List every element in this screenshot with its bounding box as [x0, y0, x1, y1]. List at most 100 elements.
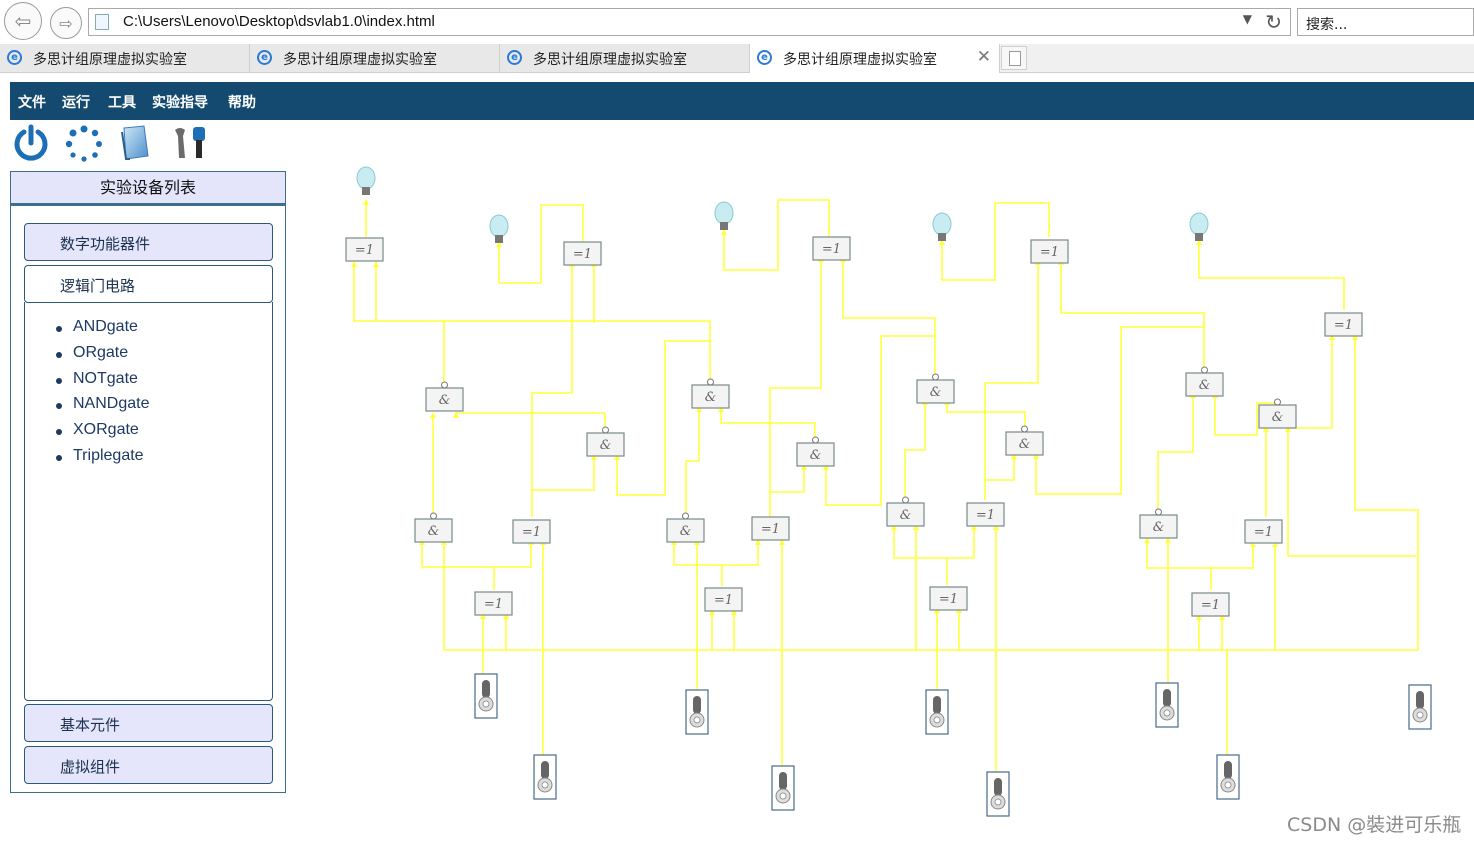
- wire-arrow: [373, 261, 379, 267]
- xor-gate[interactable]: =1: [512, 519, 551, 544]
- xor-gate-label: =1: [1201, 598, 1220, 613]
- and-gate[interactable]: &: [691, 378, 730, 409]
- and-gate-label: &: [439, 393, 451, 408]
- wire-layer: [351, 199, 1419, 772]
- wire: [421, 545, 495, 590]
- wire: [494, 545, 532, 568]
- and-gate[interactable]: &: [1005, 425, 1044, 456]
- light-bulb-icon: [356, 166, 376, 195]
- watermark: CSDN @裝进可乐瓶: [1287, 814, 1462, 836]
- light-bulb-icon: [489, 214, 509, 243]
- xor-gate[interactable]: =1: [1244, 519, 1283, 544]
- and-gate-label: &: [1153, 520, 1165, 535]
- xor-gate-label: =1: [355, 243, 374, 258]
- xor-gate[interactable]: =1: [751, 516, 790, 541]
- xor-gate[interactable]: =1: [474, 591, 513, 616]
- and-gate[interactable]: &: [414, 512, 453, 543]
- wire: [893, 530, 948, 585]
- and-gate-label: &: [680, 524, 692, 539]
- and-gate-label: &: [705, 390, 717, 405]
- xor-gate[interactable]: =1: [812, 236, 851, 261]
- and-gate-label: &: [1199, 378, 1211, 393]
- wire: [1354, 340, 1419, 650]
- wire: [531, 460, 595, 491]
- input-switch[interactable]: [1408, 684, 1432, 730]
- wire: [904, 405, 926, 498]
- wire: [1035, 326, 1204, 495]
- wire: [842, 262, 936, 378]
- xor-gate[interactable]: =1: [345, 237, 384, 262]
- xor-gate[interactable]: =1: [704, 587, 743, 612]
- xor-gate-label: =1: [484, 597, 503, 612]
- and-gate[interactable]: &: [916, 373, 955, 404]
- xor-gate-label: =1: [573, 247, 592, 262]
- and-gate-label: &: [900, 508, 912, 523]
- xor-gate-label: =1: [714, 593, 733, 608]
- wire: [720, 412, 816, 438]
- and-gate[interactable]: &: [586, 426, 625, 457]
- component-layer: =1 =1 =1 =1 =1 =1 =1 =1 =1 =1 =1 =1 =1 & & & & & & & & & & & &: [345, 166, 1432, 817]
- and-gate-label: &: [600, 438, 612, 453]
- input-switch[interactable]: [685, 689, 709, 735]
- wire-arrow: [430, 412, 436, 418]
- xor-gate-label: =1: [761, 522, 780, 537]
- input-switch[interactable]: [474, 673, 498, 719]
- wire: [1060, 265, 1205, 371]
- xor-gate[interactable]: =1: [1191, 592, 1230, 617]
- wire-arrow: [351, 261, 357, 267]
- wire: [685, 412, 700, 517]
- xor-gate-label: =1: [976, 508, 995, 523]
- wire: [616, 340, 710, 496]
- and-gate-label: &: [810, 448, 822, 463]
- wire: [531, 267, 573, 517]
- xor-gate-label: =1: [522, 525, 541, 540]
- input-switch[interactable]: [771, 765, 795, 811]
- wire: [722, 545, 759, 566]
- wire: [946, 405, 1026, 428]
- wire: [825, 335, 935, 506]
- and-gate-label: &: [428, 524, 440, 539]
- xor-gate[interactable]: =1: [929, 586, 968, 611]
- input-switch[interactable]: [1216, 754, 1240, 800]
- xor-gate[interactable]: =1: [1030, 239, 1069, 264]
- input-switch[interactable]: [925, 689, 949, 735]
- wire: [769, 262, 822, 517]
- circuit-canvas[interactable]: =1 =1 =1 =1 =1 =1 =1 =1 =1 =1 =1 =1 =1 & & & & & & & & & & & &: [0, 0, 1474, 841]
- light-bulb-icon: [714, 201, 734, 230]
- xor-gate[interactable]: =1: [1324, 312, 1363, 337]
- wire: [353, 267, 711, 380]
- xor-gate-label: =1: [1334, 318, 1353, 333]
- xor-gate-label: =1: [1254, 525, 1273, 540]
- wire: [1287, 432, 1416, 557]
- wire: [985, 459, 1015, 481]
- wire: [455, 412, 606, 430]
- wire: [770, 470, 805, 493]
- and-gate[interactable]: &: [1185, 366, 1224, 397]
- and-gate-label: &: [1019, 437, 1031, 452]
- light-bulb-icon: [932, 212, 952, 241]
- wire: [673, 545, 723, 586]
- input-switch[interactable]: [1155, 682, 1179, 728]
- wire-arrow: [363, 199, 369, 205]
- wire: [947, 530, 975, 559]
- and-gate[interactable]: &: [796, 436, 835, 467]
- wire: [1146, 543, 1212, 590]
- wire: [1157, 398, 1194, 511]
- and-gate[interactable]: &: [425, 381, 464, 412]
- and-gate[interactable]: &: [666, 512, 705, 543]
- and-gate[interactable]: &: [1139, 508, 1178, 539]
- xor-gate[interactable]: =1: [966, 502, 1005, 527]
- xor-gate-label: =1: [1040, 245, 1059, 260]
- light-bulb-icon: [1189, 212, 1209, 241]
- wire: [1211, 547, 1254, 569]
- input-switch[interactable]: [533, 754, 557, 800]
- wire: [984, 265, 1039, 500]
- input-switch[interactable]: [986, 771, 1010, 817]
- xor-gate-label: =1: [939, 592, 958, 607]
- xor-gate-label: =1: [822, 242, 841, 257]
- and-gate[interactable]: &: [886, 496, 925, 527]
- and-gate-label: &: [1272, 410, 1284, 425]
- xor-gate[interactable]: =1: [563, 241, 602, 266]
- wire: [1198, 245, 1345, 310]
- and-gate-label: &: [930, 385, 942, 400]
